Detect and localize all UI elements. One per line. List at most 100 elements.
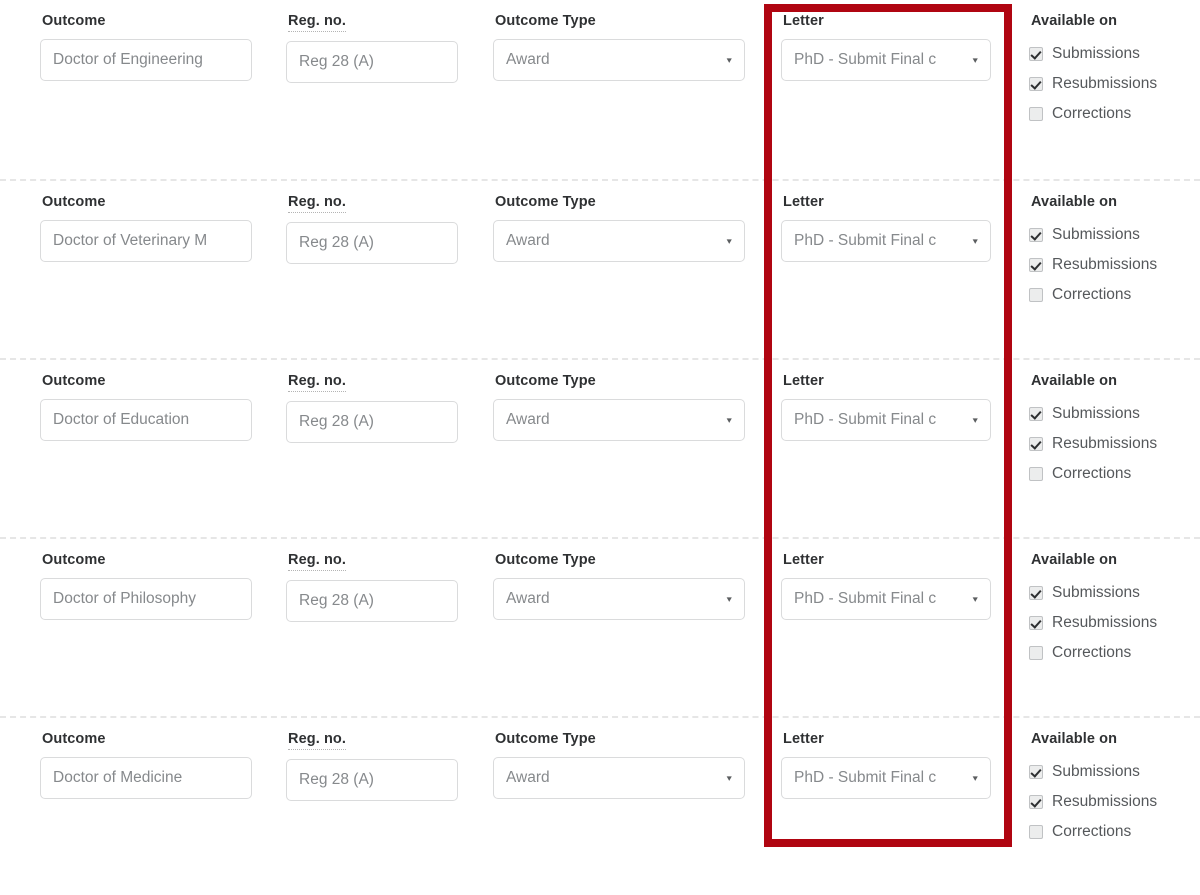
availability-label-submissions: Submissions: [1052, 764, 1140, 780]
chevron-down-icon: ▾: [727, 595, 732, 604]
availability-option-corrections[interactable]: Corrections: [1029, 280, 1199, 310]
availability-option-submissions[interactable]: Submissions: [1029, 757, 1199, 787]
reg-no-input[interactable]: Reg 28 (A): [286, 580, 458, 622]
reg-no-input[interactable]: Reg 28 (A): [286, 222, 458, 264]
availability-label-corrections: Corrections: [1052, 645, 1131, 661]
availability-label-submissions: Submissions: [1052, 46, 1140, 62]
availability-option-resubmissions[interactable]: Resubmissions: [1029, 429, 1199, 459]
reg-no-input[interactable]: Reg 28 (A): [286, 401, 458, 443]
outcome-input[interactable]: Doctor of Education: [40, 399, 252, 441]
reg-no-value: Reg 28 (A): [299, 413, 445, 431]
availability-option-corrections[interactable]: Corrections: [1029, 459, 1199, 489]
available-on-field-group: Available on Submissions Resubmissions C…: [1029, 372, 1199, 489]
outcome-field-group: Outcome Doctor of Education: [40, 372, 252, 441]
reg-no-label: Reg. no.: [288, 551, 346, 571]
available-on-label: Available on: [1031, 12, 1199, 30]
outcome-input[interactable]: Doctor of Veterinary M: [40, 220, 252, 262]
availability-option-resubmissions[interactable]: Resubmissions: [1029, 787, 1199, 817]
checkbox-icon-corrections[interactable]: [1029, 467, 1043, 481]
outcome-type-select[interactable]: Award ▾: [493, 39, 745, 81]
chevron-down-icon: ▾: [973, 56, 978, 65]
availability-label-resubmissions: Resubmissions: [1052, 76, 1157, 92]
availability-option-submissions[interactable]: Submissions: [1029, 399, 1199, 429]
letter-select[interactable]: PhD - Submit Final c ▾: [781, 39, 991, 81]
checkbox-icon-submissions[interactable]: [1029, 407, 1043, 421]
checkbox-icon-submissions[interactable]: [1029, 586, 1043, 600]
availability-label-corrections: Corrections: [1052, 824, 1131, 840]
outcome-type-value: Award: [506, 51, 721, 69]
checkbox-icon-resubmissions[interactable]: [1029, 258, 1043, 272]
available-on-field-group: Available on Submissions Resubmissions C…: [1029, 193, 1199, 310]
letter-value: PhD - Submit Final c: [794, 51, 967, 69]
checkbox-icon-submissions[interactable]: [1029, 765, 1043, 779]
checkbox-icon-corrections[interactable]: [1029, 107, 1043, 121]
outcome-type-label: Outcome Type: [495, 730, 745, 748]
outcome-type-select[interactable]: Award ▾: [493, 578, 745, 620]
reg-no-input[interactable]: Reg 28 (A): [286, 41, 458, 83]
letter-label: Letter: [783, 372, 991, 390]
reg-no-input[interactable]: Reg 28 (A): [286, 759, 458, 801]
outcome-type-select[interactable]: Award ▾: [493, 757, 745, 799]
outcome-type-label: Outcome Type: [495, 12, 745, 30]
letter-label: Letter: [783, 730, 991, 748]
outcome-value: Doctor of Education: [53, 411, 239, 429]
letter-value: PhD - Submit Final c: [794, 590, 967, 608]
availability-option-corrections[interactable]: Corrections: [1029, 99, 1199, 129]
outcome-label: Outcome: [42, 193, 252, 211]
outcome-value: Doctor of Philosophy: [53, 590, 239, 608]
checkbox-icon-corrections[interactable]: [1029, 825, 1043, 839]
outcome-label: Outcome: [42, 12, 252, 30]
outcome-input[interactable]: Doctor of Philosophy: [40, 578, 252, 620]
reg-no-field-group: Reg. no. Reg 28 (A): [286, 730, 458, 801]
outcome-row: Outcome Doctor of Veterinary M Reg. no. …: [0, 179, 1200, 358]
available-on-label: Available on: [1031, 372, 1199, 390]
letter-select[interactable]: PhD - Submit Final c ▾: [781, 399, 991, 441]
reg-no-value: Reg 28 (A): [299, 771, 445, 789]
reg-no-value: Reg 28 (A): [299, 234, 445, 252]
chevron-down-icon: ▾: [727, 237, 732, 246]
letter-value: PhD - Submit Final c: [794, 769, 967, 787]
checkbox-icon-resubmissions[interactable]: [1029, 77, 1043, 91]
checkbox-icon-resubmissions[interactable]: [1029, 437, 1043, 451]
available-on-label: Available on: [1031, 730, 1199, 748]
outcome-row: Outcome Doctor of Education Reg. no. Reg…: [0, 358, 1200, 537]
availability-option-submissions[interactable]: Submissions: [1029, 220, 1199, 250]
availability-option-resubmissions[interactable]: Resubmissions: [1029, 608, 1199, 638]
availability-checkbox-list: Submissions Resubmissions Corrections: [1029, 39, 1199, 129]
checkbox-icon-submissions[interactable]: [1029, 47, 1043, 61]
reg-no-label: Reg. no.: [288, 12, 346, 32]
availability-option-submissions[interactable]: Submissions: [1029, 39, 1199, 69]
availability-option-submissions[interactable]: Submissions: [1029, 578, 1199, 608]
chevron-down-icon: ▾: [973, 416, 978, 425]
availability-label-submissions: Submissions: [1052, 585, 1140, 601]
availability-label-corrections: Corrections: [1052, 287, 1131, 303]
availability-option-corrections[interactable]: Corrections: [1029, 817, 1199, 847]
reg-no-value: Reg 28 (A): [299, 592, 445, 610]
availability-label-resubmissions: Resubmissions: [1052, 436, 1157, 452]
letter-label: Letter: [783, 193, 991, 211]
outcome-type-select[interactable]: Award ▾: [493, 220, 745, 262]
outcome-input[interactable]: Doctor of Medicine: [40, 757, 252, 799]
availability-option-resubmissions[interactable]: Resubmissions: [1029, 250, 1199, 280]
letter-select[interactable]: PhD - Submit Final c ▾: [781, 578, 991, 620]
checkbox-icon-corrections[interactable]: [1029, 646, 1043, 660]
outcome-type-select[interactable]: Award ▾: [493, 399, 745, 441]
reg-no-label: Reg. no.: [288, 730, 346, 750]
outcome-value: Doctor of Veterinary M: [53, 232, 239, 250]
outcome-input[interactable]: Doctor of Engineering: [40, 39, 252, 81]
checkbox-icon-resubmissions[interactable]: [1029, 795, 1043, 809]
available-on-label: Available on: [1031, 551, 1199, 569]
letter-select[interactable]: PhD - Submit Final c ▾: [781, 757, 991, 799]
availability-checkbox-list: Submissions Resubmissions Corrections: [1029, 220, 1199, 310]
letter-label: Letter: [783, 551, 991, 569]
checkbox-icon-corrections[interactable]: [1029, 288, 1043, 302]
availability-checkbox-list: Submissions Resubmissions Corrections: [1029, 399, 1199, 489]
checkbox-icon-resubmissions[interactable]: [1029, 616, 1043, 630]
chevron-down-icon: ▾: [973, 774, 978, 783]
availability-option-corrections[interactable]: Corrections: [1029, 638, 1199, 668]
reg-no-label: Reg. no.: [288, 193, 346, 213]
availability-label-submissions: Submissions: [1052, 406, 1140, 422]
availability-option-resubmissions[interactable]: Resubmissions: [1029, 69, 1199, 99]
checkbox-icon-submissions[interactable]: [1029, 228, 1043, 242]
letter-select[interactable]: PhD - Submit Final c ▾: [781, 220, 991, 262]
